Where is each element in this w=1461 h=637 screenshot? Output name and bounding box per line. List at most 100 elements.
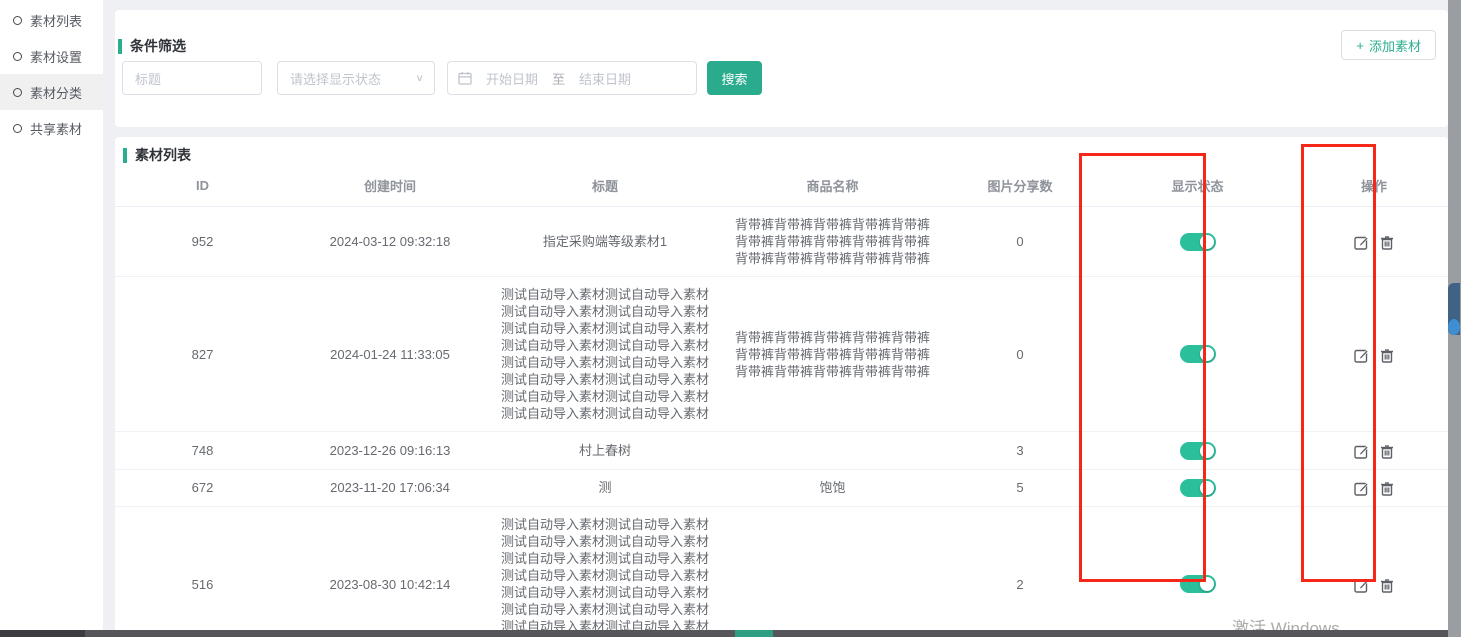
- delete-icon[interactable]: [1380, 348, 1394, 363]
- display-status-toggle[interactable]: [1180, 345, 1216, 363]
- edit-icon[interactable]: [1354, 481, 1369, 496]
- section-accent-bar: [123, 148, 127, 163]
- delete-icon[interactable]: [1380, 444, 1394, 459]
- title-input[interactable]: 标题: [122, 61, 262, 95]
- cell-operations: [1300, 207, 1448, 277]
- display-status-toggle[interactable]: [1180, 442, 1216, 460]
- date-start-placeholder: 开始日期: [486, 69, 538, 88]
- cell-created: 2023-11-20 17:06:34: [290, 469, 490, 507]
- toggle-knob: [1200, 444, 1214, 458]
- toggle-knob: [1200, 235, 1214, 249]
- cell-operations: [1300, 277, 1448, 432]
- cell-shares: 2: [945, 507, 1095, 637]
- table-row: 672 2023-11-20 17:06:34 测 饱饱 5: [115, 469, 1448, 507]
- date-separator: 至: [552, 69, 565, 88]
- cell-shares: 3: [945, 432, 1095, 470]
- add-material-label: 添加素材: [1369, 36, 1421, 55]
- cell-shares: 0: [945, 207, 1095, 277]
- bottom-bar-left-cap: [0, 630, 85, 637]
- table-body: 952 2024-03-12 09:32:18 指定采购端等级素材1 背带裤背带…: [115, 207, 1448, 637]
- cell-product: 饱饱: [720, 469, 945, 507]
- filter-section-title: 条件筛选: [118, 36, 186, 56]
- cell-shares: 5: [945, 469, 1095, 507]
- col-header-created: 创建时间: [290, 167, 490, 207]
- sidebar-item-material-category[interactable]: 素材分类: [0, 74, 103, 110]
- sidebar-item-shared-material[interactable]: 共享素材: [0, 110, 103, 146]
- col-header-shares: 图片分享数: [945, 167, 1095, 207]
- edit-icon[interactable]: [1354, 235, 1369, 250]
- bottom-bar-teal-segment: [735, 630, 773, 637]
- sidebar-item-material-settings[interactable]: 素材设置: [0, 38, 103, 74]
- table-row: 748 2023-12-26 09:16:13 村上春树 3: [115, 432, 1448, 470]
- cell-product: [720, 432, 945, 470]
- cell-status: [1095, 469, 1300, 507]
- toggle-knob: [1200, 577, 1214, 591]
- cell-created: 2024-03-12 09:32:18: [290, 207, 490, 277]
- filter-card: 条件筛选 标题 请选择显示状态 ∨ 开始日期 至 结束日期 搜索 + 添加素材: [115, 10, 1448, 127]
- cell-title: 测试自动导入素材测试自动导入素材测试自动导入素材测试自动导入素材测试自动导入素材…: [490, 277, 720, 432]
- cell-operations: [1300, 469, 1448, 507]
- calendar-icon: [458, 71, 472, 85]
- table-section-title: 素材列表: [123, 145, 1448, 165]
- material-table-card: 素材列表 ID 创建时间 标题 商品名称 图片分享数 显示状态 操作 95: [115, 137, 1448, 637]
- cell-operations: [1300, 432, 1448, 470]
- edit-icon[interactable]: [1354, 444, 1369, 459]
- col-header-status: 显示状态: [1095, 167, 1300, 207]
- display-status-toggle[interactable]: [1180, 575, 1216, 593]
- floating-blue-widget[interactable]: [1448, 283, 1460, 335]
- toggle-knob: [1200, 481, 1214, 495]
- status-select-placeholder: 请选择显示状态: [290, 69, 381, 88]
- cell-id: 672: [115, 469, 290, 507]
- status-select[interactable]: 请选择显示状态 ∨: [277, 61, 435, 95]
- cell-title: 测试自动导入素材测试自动导入素材测试自动导入素材测试自动导入素材测试自动导入素材…: [490, 507, 720, 637]
- add-material-button[interactable]: + 添加素材: [1341, 30, 1436, 60]
- col-header-product: 商品名称: [720, 167, 945, 207]
- col-header-id: ID: [115, 167, 290, 207]
- display-status-toggle[interactable]: [1180, 479, 1216, 497]
- sidebar-item-label: 素材设置: [30, 47, 82, 66]
- sidebar-item-label: 共享素材: [30, 119, 82, 138]
- sidebar-item-label: 素材分类: [30, 83, 82, 102]
- cell-created: 2023-12-26 09:16:13: [290, 432, 490, 470]
- cell-title: 村上春树: [490, 432, 720, 470]
- page: 素材列表 素材设置 素材分类 共享素材 条件筛选 标题 请选择显示状态 ∨: [0, 0, 1461, 637]
- table-row: 827 2024-01-24 11:33:05 测试自动导入素材测试自动导入素材…: [115, 277, 1448, 432]
- delete-icon[interactable]: [1380, 481, 1394, 496]
- col-header-ops: 操作: [1300, 167, 1448, 207]
- material-table: ID 创建时间 标题 商品名称 图片分享数 显示状态 操作 952 2024-0…: [115, 167, 1448, 637]
- cell-product: [720, 507, 945, 637]
- delete-icon[interactable]: [1380, 235, 1394, 250]
- delete-icon[interactable]: [1380, 578, 1394, 593]
- cell-id: 748: [115, 432, 290, 470]
- date-end-placeholder: 结束日期: [579, 69, 631, 88]
- edit-icon[interactable]: [1354, 578, 1369, 593]
- sidebar-item-label: 素材列表: [30, 11, 82, 30]
- cell-title: 指定采购端等级素材1: [490, 207, 720, 277]
- radio-circle-icon: [13, 16, 22, 25]
- title-input-placeholder: 标题: [135, 69, 161, 88]
- cell-created: 2024-01-24 11:33:05: [290, 277, 490, 432]
- radio-circle-icon: [13, 124, 22, 133]
- cell-title: 测: [490, 469, 720, 507]
- radio-circle-icon: [13, 52, 22, 61]
- table-row: 952 2024-03-12 09:32:18 指定采购端等级素材1 背带裤背带…: [115, 207, 1448, 277]
- cell-status: [1095, 207, 1300, 277]
- edit-icon[interactable]: [1354, 348, 1369, 363]
- toggle-knob: [1200, 347, 1214, 361]
- display-status-toggle[interactable]: [1180, 233, 1216, 251]
- sidebar: 素材列表 素材设置 素材分类 共享素材: [0, 0, 103, 637]
- sidebar-item-material-list[interactable]: 素材列表: [0, 2, 103, 38]
- section-accent-bar: [118, 39, 122, 54]
- table-header-row: ID 创建时间 标题 商品名称 图片分享数 显示状态 操作: [115, 167, 1448, 207]
- cell-created: 2023-08-30 10:42:14: [290, 507, 490, 637]
- plus-icon: +: [1356, 38, 1364, 53]
- radio-circle-icon: [13, 88, 22, 97]
- date-range-picker[interactable]: 开始日期 至 结束日期: [447, 61, 697, 95]
- bottom-edge-bar: [0, 630, 1448, 637]
- cell-status: [1095, 432, 1300, 470]
- search-button[interactable]: 搜索: [707, 61, 762, 95]
- cell-id: 827: [115, 277, 290, 432]
- cell-status: [1095, 277, 1300, 432]
- cell-product: 背带裤背带裤背带裤背带裤背带裤背带裤背带裤背带裤背带裤背带裤背带裤背带裤背带裤背…: [720, 277, 945, 432]
- cell-id: 516: [115, 507, 290, 637]
